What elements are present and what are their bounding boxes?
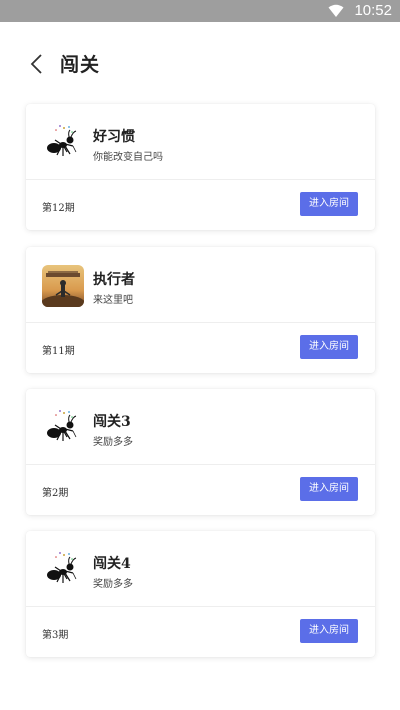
room-period: 第2期 xyxy=(42,488,69,499)
room-card: 执行者 来这里吧 第11期 进入房间 xyxy=(26,247,375,373)
wifi-icon xyxy=(328,4,344,17)
enter-room-button[interactable]: 进入房间 xyxy=(300,335,358,359)
ant-icon xyxy=(42,122,84,164)
room-description: 你能改变自己吗 xyxy=(93,152,163,163)
room-name: 好习惯 xyxy=(93,129,135,145)
room-name: 执行者 xyxy=(93,272,135,288)
room-period: 第12期 xyxy=(42,203,75,214)
room-card-info: 闯关3 奖励多多 xyxy=(26,389,375,465)
room-period: 第11期 xyxy=(42,346,75,357)
enter-room-button[interactable]: 进入房间 xyxy=(300,619,358,643)
scene-image xyxy=(42,265,84,307)
room-card: 闯关3 奖励多多 第2期 进入房间 xyxy=(26,389,375,515)
room-description: 来这里吧 xyxy=(93,295,133,306)
enter-room-button[interactable]: 进入房间 xyxy=(300,477,358,501)
ant-icon xyxy=(42,407,84,449)
room-card: 好习惯 你能改变自己吗 第12期 进入房间 xyxy=(26,104,375,230)
status-bar: 10:52 xyxy=(0,0,400,22)
room-name: 闯关4 xyxy=(93,556,131,572)
room-period: 第3期 xyxy=(42,630,69,641)
page-title: 闯关 xyxy=(60,54,101,76)
room-description: 奖励多多 xyxy=(93,437,133,448)
back-arrow-icon[interactable] xyxy=(28,52,48,76)
ant-icon xyxy=(42,549,84,591)
room-description: 奖励多多 xyxy=(93,579,133,590)
room-card-info: 执行者 来这里吧 xyxy=(26,247,375,323)
page-header: 闯关 xyxy=(0,22,400,102)
room-card-info: 闯关4 奖励多多 xyxy=(26,531,375,607)
status-time: 10:52 xyxy=(354,2,392,19)
room-card: 闯关4 奖励多多 第3期 进入房间 xyxy=(26,531,375,657)
room-name: 闯关3 xyxy=(93,414,131,430)
room-card-info: 好习惯 你能改变自己吗 xyxy=(26,104,375,180)
enter-room-button[interactable]: 进入房间 xyxy=(300,192,358,216)
